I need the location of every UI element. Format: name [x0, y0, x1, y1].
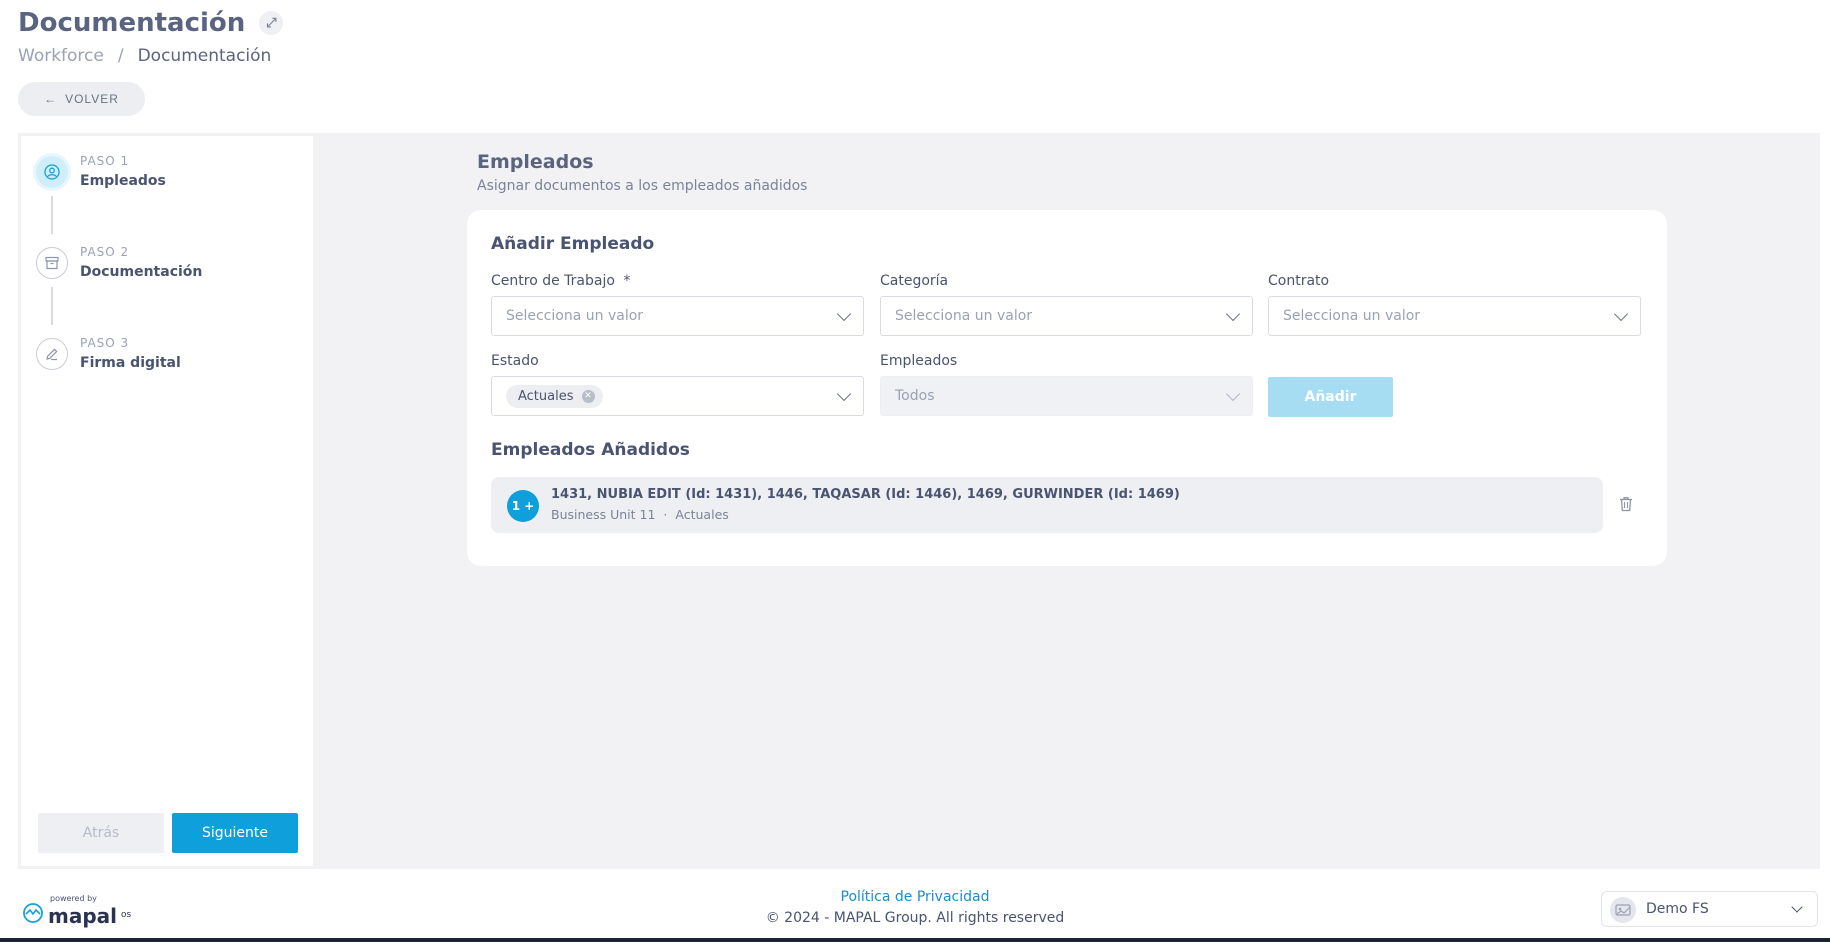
- breadcrumb-separator: /: [117, 46, 124, 66]
- expand-icon[interactable]: ⤢: [259, 11, 284, 35]
- user-circle-icon: [36, 156, 68, 188]
- empleados-select: Todos: [880, 376, 1253, 416]
- remove-chip-icon[interactable]: ✕: [581, 389, 595, 403]
- list-item: 1 + 1431, NUBIA EDIT (Id: 1431), 1446, T…: [491, 477, 1603, 533]
- added-employees-names: 1431, NUBIA EDIT (Id: 1431), 1446, TAQAS…: [551, 487, 1180, 502]
- main-area: PASO 1 Empleados PASO 2 Documentación PA…: [18, 133, 1820, 869]
- status-text: Actuales: [675, 507, 729, 522]
- tenant-name: Demo FS: [1646, 901, 1709, 917]
- step-1-label: Empleados: [80, 173, 166, 189]
- bottom-border: [0, 938, 1830, 942]
- categoria-label: Categoría: [880, 273, 949, 289]
- breadcrumb-current: Documentación: [137, 46, 272, 66]
- centro-placeholder: Selecciona un valor: [506, 308, 644, 324]
- contrato-placeholder: Selecciona un valor: [1283, 308, 1421, 324]
- stepper-panel: PASO 1 Empleados PASO 2 Documentación PA…: [21, 136, 313, 866]
- contrato-label: Contrato: [1268, 273, 1330, 289]
- step-2[interactable]: PASO 2 Documentación: [36, 245, 203, 280]
- step-1-number: PASO 1: [80, 154, 130, 168]
- estado-chip-label: Actuales: [518, 388, 574, 404]
- archive-icon: [36, 247, 68, 279]
- step-3-label: Firma digital: [80, 355, 181, 371]
- pen-icon: [36, 338, 68, 370]
- contrato-select[interactable]: Selecciona un valor: [1268, 296, 1641, 336]
- added-employees-meta: Business Unit 11 · Actuales: [551, 507, 729, 522]
- estado-select[interactable]: Actuales ✕: [491, 376, 864, 416]
- chevron-down-icon: [836, 386, 852, 402]
- card-title: Añadir Empleado: [491, 234, 655, 254]
- estado-label: Estado: [491, 353, 539, 369]
- trash-icon[interactable]: [1619, 496, 1633, 512]
- centro-select[interactable]: Selecciona un valor: [491, 296, 864, 336]
- estado-chip: Actuales ✕: [506, 384, 603, 408]
- breadcrumb: Workforce / Documentación: [18, 46, 271, 66]
- step-3-number: PASO 3: [80, 336, 130, 350]
- privacy-link[interactable]: Política de Privacidad: [0, 889, 1830, 905]
- add-employee-card: Añadir Empleado Centro de Trabajo * Sele…: [467, 210, 1667, 566]
- section-title: Empleados: [477, 151, 594, 173]
- chevron-down-icon: [1613, 306, 1629, 322]
- section-subtitle: Asignar documentos a los empleados añadi…: [477, 178, 808, 194]
- arrow-left-icon: ←: [44, 92, 58, 106]
- centro-label: Centro de Trabajo *: [491, 273, 630, 289]
- previous-button[interactable]: Atrás: [38, 813, 164, 853]
- step-connector: [51, 196, 53, 234]
- add-button: Añadir: [1268, 377, 1393, 417]
- step-3[interactable]: PASO 3 Firma digital: [36, 336, 181, 371]
- page-title-text: Documentación: [18, 8, 246, 38]
- empleados-value: Todos: [895, 388, 935, 404]
- chevron-down-icon: [1791, 901, 1803, 913]
- categoria-select[interactable]: Selecciona un valor: [880, 296, 1253, 336]
- tenant-avatar-icon: [1610, 897, 1636, 923]
- back-button[interactable]: ← VOLVER: [18, 82, 145, 116]
- meta-separator: ·: [663, 507, 668, 522]
- tenant-select[interactable]: Demo FS: [1601, 891, 1818, 927]
- copyright: © 2024 - MAPAL Group. All rights reserve…: [765, 910, 1065, 926]
- chevron-down-icon: [1225, 386, 1241, 402]
- required-mark: *: [623, 273, 631, 289]
- empleados-label: Empleados: [880, 353, 958, 369]
- next-button[interactable]: Siguiente: [172, 813, 298, 853]
- page-title: Documentación ⤢: [18, 8, 284, 38]
- step-2-label: Documentación: [80, 264, 203, 280]
- back-button-label: VOLVER: [65, 92, 119, 106]
- categoria-placeholder: Selecciona un valor: [895, 308, 1033, 324]
- step-1[interactable]: PASO 1 Empleados: [36, 154, 166, 189]
- step-2-number: PASO 2: [80, 245, 130, 259]
- added-employees-title: Empleados Añadidos: [491, 440, 690, 460]
- chevron-down-icon: [836, 306, 852, 322]
- step-connector: [51, 287, 53, 325]
- centro-label-text: Centro de Trabajo: [491, 273, 615, 289]
- chevron-down-icon: [1225, 306, 1241, 322]
- breadcrumb-workforce[interactable]: Workforce: [18, 46, 104, 66]
- business-unit: Business Unit 11: [551, 507, 656, 522]
- group-badge: 1 +: [507, 490, 539, 522]
